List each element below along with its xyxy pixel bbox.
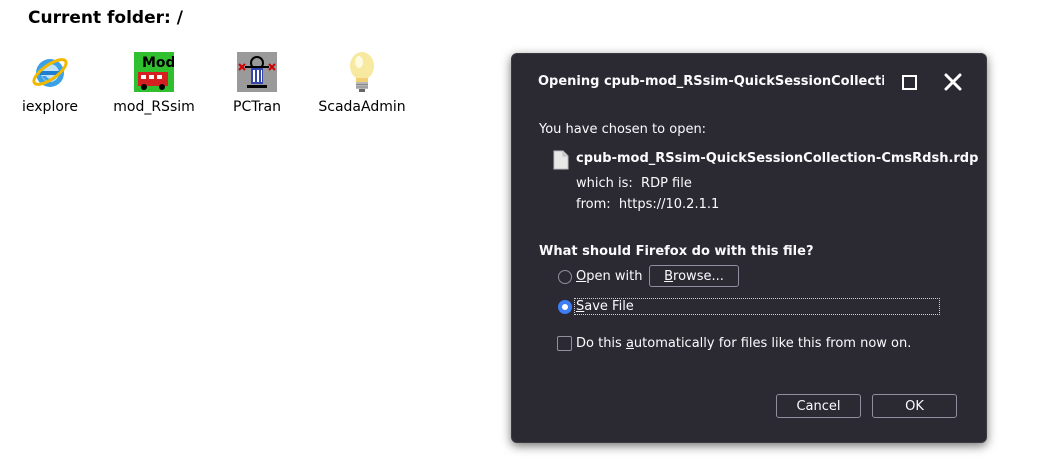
dialog-title: Opening cpub-mod_RSsim-QuickSessionColle…	[538, 74, 884, 89]
browse-button[interactable]: Browse...	[649, 265, 739, 287]
desktop-icon-label: iexplore	[22, 99, 78, 115]
mod-icon-text: Mod	[142, 55, 174, 71]
auto-action-checkbox[interactable]	[557, 336, 572, 351]
save-file-label[interactable]: Save File	[576, 299, 634, 314]
open-with-radio[interactable]	[558, 270, 572, 284]
auto-action-accesskey: a	[625, 336, 634, 351]
from-value: https://10.2.1.1	[618, 197, 720, 212]
desktop-icon-scadaadmin[interactable]: ScadaAdmin	[307, 50, 417, 120]
desktop-icon-pctran[interactable]: PCTran	[207, 50, 307, 120]
internet-explorer-icon	[28, 50, 72, 94]
cancel-button[interactable]: Cancel	[776, 394, 861, 418]
file-name: cpub-mod_RSsim-QuickSessionCollection-Cm…	[576, 151, 979, 166]
browse-text: rowse...	[673, 268, 724, 284]
chosen-text: You have chosen to open:	[539, 122, 707, 137]
maximize-icon	[901, 74, 917, 90]
ok-button[interactable]: OK	[872, 394, 957, 418]
which-is-label: which is:	[576, 176, 633, 191]
file-icon	[553, 150, 569, 174]
desktop-icon-label: ScadaAdmin	[318, 99, 406, 115]
desktop-icon-label: mod_RSsim	[113, 99, 195, 115]
page-title: Current folder: /	[28, 8, 183, 28]
close-button[interactable]	[942, 71, 964, 93]
mod-rssim-icon: Mod	[132, 50, 176, 94]
pctran-icon	[235, 50, 279, 94]
open-with-text: pen with	[586, 269, 643, 284]
desktop-icon-label: PCTran	[233, 99, 281, 115]
close-icon	[944, 73, 962, 91]
desktop-icon-mod-rssim[interactable]: Mod mod_RSsim	[104, 50, 204, 120]
auto-action-text-start: Do this	[576, 336, 626, 351]
lightbulb-icon	[340, 50, 384, 94]
file-source-row: from: https://10.2.1.1	[576, 197, 719, 212]
auto-action-text-end: utomatically for files like this from no…	[633, 336, 912, 351]
which-is-value: RDP file	[641, 176, 692, 191]
action-question: What should Firefox do with this file?	[539, 244, 814, 259]
save-file-text: ave File	[584, 299, 634, 314]
desktop-icon-iexplore[interactable]: iexplore	[0, 50, 100, 120]
open-with-label[interactable]: Open with	[576, 269, 642, 284]
save-file-radio[interactable]	[558, 300, 572, 314]
from-label: from:	[576, 197, 611, 212]
maximize-button[interactable]	[898, 71, 920, 93]
download-dialog: Opening cpub-mod_RSsim-QuickSessionColle…	[511, 53, 987, 443]
file-type-row: which is: RDP file	[576, 176, 692, 191]
open-with-accesskey: O	[576, 269, 587, 284]
browse-accesskey: B	[664, 268, 674, 284]
auto-action-label[interactable]: Do this automatically for files like thi…	[576, 336, 911, 351]
